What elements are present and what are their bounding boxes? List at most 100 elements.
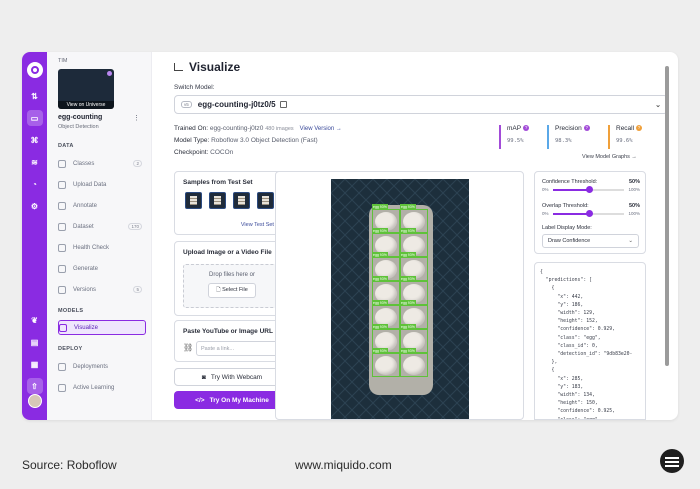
rocket-icon bbox=[58, 362, 66, 371]
sample-thumbnail[interactable] bbox=[209, 192, 226, 209]
view-model-graphs-link[interactable]: View Model Graphs → bbox=[582, 154, 637, 160]
footer-site: www.miquido.com bbox=[295, 458, 392, 472]
workflows-icon[interactable]: ⌘ bbox=[27, 132, 43, 148]
metric-map: mAP? 99.5% bbox=[499, 125, 530, 149]
json-output[interactable]: { "predictions": [ { "x": 442, "y": 186,… bbox=[534, 262, 646, 420]
chevron-down-icon: ⌄ bbox=[628, 238, 633, 244]
sidebar-item-upload-data[interactable]: Upload Data bbox=[58, 177, 146, 192]
project-name: egg-counting bbox=[58, 114, 103, 121]
sidebar-item-label: Versions bbox=[73, 286, 97, 293]
try-webcam-button[interactable]: ◙ Try With Webcam bbox=[174, 368, 290, 386]
sidebar-item-deployments[interactable]: Deployments bbox=[58, 359, 146, 374]
settings-icon[interactable]: ⚙ bbox=[27, 198, 43, 214]
sidebar-item-annotate[interactable]: Annotate bbox=[58, 198, 146, 213]
file-dropzone[interactable]: Drop files here or 🗋 Select File bbox=[183, 264, 281, 308]
project-thumbnail[interactable]: View on Universe bbox=[58, 69, 114, 109]
try-on-machine-button[interactable]: </> Try On My Machine bbox=[174, 391, 290, 409]
sidebar-item-label: Generate bbox=[73, 265, 99, 272]
upgrade-icon[interactable]: ⇧ bbox=[26, 378, 43, 394]
sidebar-item-versions[interactable]: Versions 5 bbox=[58, 282, 146, 297]
select-file-button[interactable]: 🗋 Select File bbox=[208, 283, 256, 298]
slider-track[interactable] bbox=[552, 209, 625, 217]
sidebar-item-label: Active Learning bbox=[73, 384, 115, 391]
leaf-icon[interactable]: ❦ bbox=[27, 312, 43, 328]
chevron-down-icon: ⌄ bbox=[655, 101, 661, 109]
upload-icon bbox=[58, 180, 66, 189]
label-display-select[interactable]: Draw Confidence ⌄ bbox=[542, 234, 639, 248]
range-max: 100% bbox=[628, 211, 640, 216]
sidebar-item-active-learning[interactable]: Active Learning bbox=[58, 380, 146, 395]
scrollbar[interactable] bbox=[665, 66, 669, 366]
help-icon[interactable]: ? bbox=[523, 125, 530, 132]
count-badge: 2 bbox=[133, 160, 142, 167]
detection-label: egg 93% bbox=[400, 204, 416, 210]
model-type-value: Roboflow 3.0 Object Detection (Fast) bbox=[211, 137, 318, 144]
overlap-slider[interactable]: Overlap Threshold: 50% 0% 100% bbox=[542, 203, 640, 218]
help-icon[interactable]: ? bbox=[636, 125, 643, 132]
page-title-text: Visualize bbox=[189, 60, 241, 74]
label-display-value: Draw Confidence bbox=[548, 238, 591, 244]
threshold-controls: Confidence Threshold: 50% 0% 100% Overlap … bbox=[534, 171, 646, 254]
active-learning-icon bbox=[58, 383, 66, 392]
sidebar-item-label: Dataset bbox=[73, 223, 94, 230]
analytics-icon[interactable]: ≋ bbox=[27, 154, 43, 170]
slider-track[interactable] bbox=[552, 185, 625, 193]
detection-box: egg 93% bbox=[400, 348, 428, 377]
roboflow-logo-icon[interactable] bbox=[26, 62, 43, 78]
help-icon[interactable]: ? bbox=[583, 125, 590, 132]
sample-thumbnail[interactable] bbox=[233, 192, 250, 209]
detection-label: egg 93% bbox=[400, 252, 416, 258]
sidebar-item-dataset[interactable]: Dataset 170 bbox=[58, 219, 146, 234]
calendar-icon[interactable]: ▦ bbox=[27, 356, 43, 372]
model-select-value: egg-counting-j0tz0/5 bbox=[197, 100, 276, 109]
sidebar-item-health-check[interactable]: Health Check bbox=[58, 240, 146, 255]
model-type-label: Model Type: bbox=[174, 137, 210, 144]
range-min: 0% bbox=[542, 211, 549, 216]
swap-icon[interactable]: ⇅ bbox=[27, 88, 43, 104]
model-select[interactable]: v5 egg-counting-j0tz0/5 ⌄ bbox=[174, 95, 668, 114]
upload-title: Upload Image or a Video File bbox=[183, 249, 272, 256]
detection-label: egg 93% bbox=[400, 324, 416, 330]
select-file-label: Select File bbox=[222, 287, 248, 293]
machine-label: Try On My Machine bbox=[209, 396, 269, 404]
webcam-label: Try With Webcam bbox=[210, 373, 263, 381]
version-badge: v5 bbox=[181, 101, 192, 108]
avatar[interactable] bbox=[27, 394, 42, 408]
confidence-slider[interactable]: Confidence Threshold: 50% 0% 100% bbox=[542, 179, 640, 194]
section-data: DATA bbox=[58, 143, 74, 149]
sidebar-item-visualize[interactable]: Visualize bbox=[58, 320, 146, 335]
view-version-link[interactable]: View Version → bbox=[300, 126, 342, 132]
detection-label: egg 93% bbox=[372, 324, 388, 330]
sidebar-item-generate[interactable]: Generate bbox=[58, 261, 146, 276]
detection-label: egg 93% bbox=[372, 228, 388, 234]
projects-icon[interactable]: ▭ bbox=[26, 110, 43, 126]
view-on-universe-caption[interactable]: View on Universe bbox=[58, 101, 114, 109]
sidebar-item-classes[interactable]: Classes 2 bbox=[58, 156, 146, 171]
chart-icon bbox=[174, 63, 183, 71]
metric-value: 99.5% bbox=[507, 138, 524, 144]
range-max: 100% bbox=[628, 187, 640, 192]
trained-on-value: egg-counting-j0tz0 bbox=[209, 125, 264, 132]
section-models: MODELS bbox=[58, 308, 84, 314]
slider-fill bbox=[552, 188, 589, 191]
prediction-image: egg 93% egg 93% egg 93% egg 93% egg 93% egg 9… bbox=[331, 179, 469, 419]
sidebar-item-label: Upload Data bbox=[73, 181, 107, 188]
sample-thumbnail[interactable] bbox=[185, 192, 202, 209]
detection-label: egg 93% bbox=[372, 300, 388, 306]
team-name: TIM bbox=[58, 58, 68, 64]
more-options-icon[interactable]: ⋮ bbox=[133, 114, 140, 122]
slider-knob[interactable] bbox=[585, 209, 593, 217]
notifications-icon[interactable]: ◔ bbox=[27, 176, 43, 192]
switch-model-label: Switch Model: bbox=[174, 84, 215, 91]
sample-thumbnail[interactable] bbox=[257, 192, 274, 209]
slider-knob[interactable] bbox=[585, 185, 593, 193]
slider-fill bbox=[552, 212, 589, 215]
project-sidebar: TIM View on Universe egg-counting ⋮ Obje… bbox=[47, 52, 152, 420]
status-dot bbox=[107, 71, 112, 76]
metric-name: Precision bbox=[555, 125, 582, 132]
miquido-logo-icon bbox=[660, 449, 684, 473]
docs-icon[interactable]: ▤ bbox=[27, 334, 43, 350]
count-badge: 5 bbox=[133, 286, 142, 293]
copy-icon[interactable] bbox=[279, 101, 287, 108]
prediction-viewer: egg 93% egg 93% egg 93% egg 93% egg 93% egg 9… bbox=[275, 171, 524, 420]
